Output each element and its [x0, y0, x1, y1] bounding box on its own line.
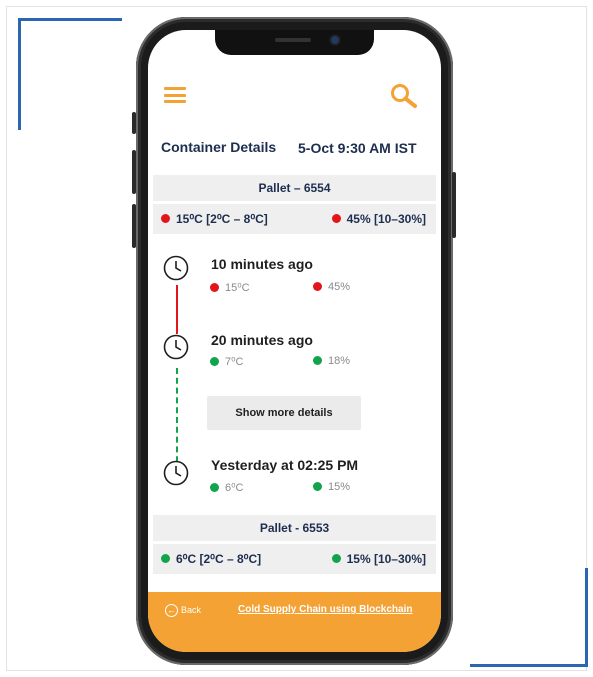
ok-status-dot	[331, 554, 341, 564]
timeline-event-temperature: 6⁰C	[210, 481, 243, 494]
pallet-humidity-value: 15% [10–30%]	[346, 552, 426, 566]
temperature-value: 7⁰C	[225, 356, 244, 368]
temperature-value: 6⁰C	[225, 482, 244, 494]
phone-notch	[215, 30, 374, 55]
timeline-event-humidity: 18%	[313, 355, 350, 367]
alert-status-dot	[331, 214, 341, 224]
pallet-temperature-value: 15⁰C [2⁰C – 8⁰C]	[176, 212, 268, 226]
ok-status-dot	[210, 356, 219, 366]
ok-status-dot	[161, 554, 170, 564]
pallet-temperature-value: 6⁰C [2⁰C – 8⁰C]	[176, 552, 262, 566]
phone-volume-up-button	[132, 150, 136, 194]
timeline-event-time: Yesterday at 02:25 PM	[211, 457, 359, 473]
pallet-temperature: 15⁰C [2⁰C – 8⁰C]	[161, 212, 268, 226]
pallet-readings-row: 15⁰C [2⁰C – 8⁰C] 45% [10–30%]	[153, 204, 436, 234]
phone-mute-switch	[132, 112, 136, 134]
ok-status-dot	[210, 482, 219, 492]
clock-icon	[163, 255, 189, 281]
phone-screen: Container Details 5-Oct 9:30 AM IST Pall…	[148, 30, 441, 652]
page-datetime: 5-Oct 9:30 AM IST	[298, 140, 417, 156]
corner-bracket-bottom-right-vertical	[585, 568, 588, 667]
ok-status-dot	[313, 481, 322, 491]
pallet-temperature: 6⁰C [2⁰C – 8⁰C]	[161, 552, 261, 566]
corner-bracket-bottom-right	[470, 664, 588, 667]
pallet-humidity: 45% [10–30%]	[331, 212, 426, 226]
timeline-event-humidity: 45%	[313, 281, 350, 293]
pallet-header[interactable]: Pallet - 6553	[153, 515, 436, 541]
front-camera	[331, 36, 339, 44]
corner-bracket-top-left-vertical	[18, 18, 21, 130]
phone-volume-down-button	[132, 204, 136, 248]
back-button[interactable]: ← Back	[165, 604, 201, 617]
pallet-header[interactable]: Pallet – 6554	[153, 175, 436, 201]
ok-status-dot	[313, 355, 322, 365]
timeline-event-time: 10 minutes ago	[211, 256, 313, 272]
timeline-connector-alert	[176, 285, 178, 334]
clock-icon	[163, 460, 189, 486]
timeline-event-time: 20 minutes ago	[211, 332, 313, 348]
alert-status-dot	[313, 281, 322, 291]
pallet-humidity-value: 45% [10–30%]	[346, 212, 426, 226]
back-label: Back	[181, 604, 202, 615]
back-arrow-icon: ←	[165, 604, 178, 617]
humidity-value: 15%	[328, 481, 351, 493]
temperature-value: 15⁰C	[225, 282, 250, 294]
hamburger-menu-icon[interactable]	[164, 87, 186, 103]
search-icon[interactable]	[389, 83, 419, 109]
alert-status-dot	[210, 282, 219, 292]
corner-bracket-top-left	[18, 18, 122, 21]
timeline-event-temperature: 15⁰C	[210, 281, 250, 294]
clock-icon	[163, 334, 189, 360]
timeline-event-temperature: 7⁰C	[210, 355, 243, 368]
speaker-grille	[275, 38, 311, 42]
timeline-event-humidity: 15%	[313, 481, 350, 493]
pallet-humidity: 15% [10–30%]	[331, 552, 426, 566]
timeline-connector-ok	[176, 368, 178, 472]
footer-link[interactable]: Cold Supply Chain using Blockchain	[238, 604, 412, 615]
show-more-details-button[interactable]: Show more details	[207, 396, 361, 430]
humidity-value: 18%	[328, 355, 351, 367]
phone-power-button	[452, 172, 456, 238]
page-title: Container Details	[161, 139, 277, 155]
pallet-readings-row: 6⁰C [2⁰C – 8⁰C] 15% [10–30%]	[153, 544, 436, 574]
alert-status-dot	[161, 214, 170, 224]
humidity-value: 45%	[328, 281, 351, 293]
footer-bar: ← Back Cold Supply Chain using Blockchain	[148, 592, 441, 652]
